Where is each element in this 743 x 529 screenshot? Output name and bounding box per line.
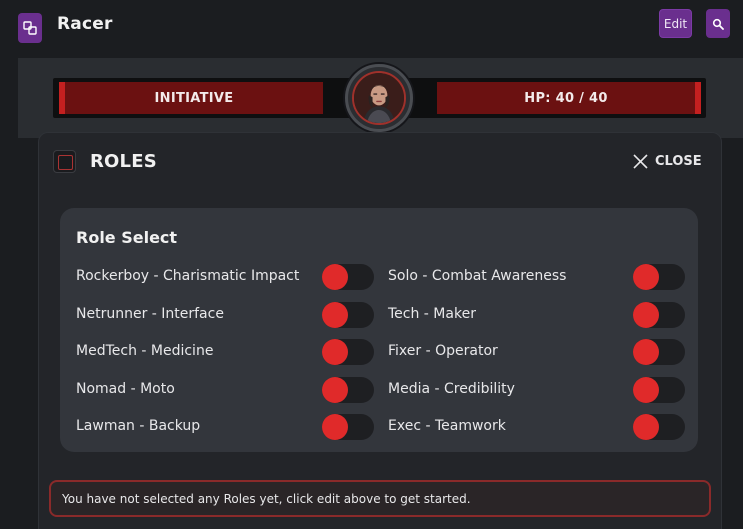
role-item: Tech - Maker	[388, 301, 476, 327]
close-label: CLOSE	[655, 153, 702, 169]
role-toggle[interactable]	[322, 377, 374, 403]
role-label: Netrunner - Interface	[76, 306, 224, 322]
search-button[interactable]	[706, 9, 730, 38]
role-toggle[interactable]	[322, 339, 374, 365]
role-toggle[interactable]	[322, 302, 374, 328]
role-label: Rockerboy - Charismatic Impact	[76, 268, 300, 284]
role-item: Nomad - Moto	[76, 376, 175, 402]
edit-button[interactable]: Edit	[659, 9, 692, 38]
role-item: Lawman - Backup	[76, 413, 200, 439]
role-label: Tech - Maker	[388, 306, 476, 322]
close-button[interactable]: CLOSE	[632, 152, 702, 170]
avatar[interactable]	[345, 64, 413, 132]
empty-roles-notice: You have not selected any Roles yet, cli…	[49, 480, 711, 517]
role-item: Fixer - Operator	[388, 338, 498, 364]
role-toggle[interactable]	[633, 302, 685, 328]
initiative-bar[interactable]: INITIATIVE	[59, 82, 323, 114]
role-item: Rockerboy - Charismatic Impact	[76, 263, 299, 289]
role-label: Solo - Combat Awareness	[388, 268, 567, 284]
toggle-knob	[322, 302, 348, 328]
roles-icon	[53, 150, 76, 173]
role-toggle[interactable]	[322, 414, 374, 440]
role-toggle[interactable]	[633, 264, 685, 290]
toggle-knob	[633, 302, 659, 328]
role-toggle[interactable]	[322, 264, 374, 290]
hp-bar[interactable]: HP: 40 / 40	[437, 82, 701, 114]
portrait-image	[352, 71, 406, 125]
roles-title: ROLES	[90, 151, 157, 172]
role-toggle[interactable]	[633, 377, 685, 403]
toggle-knob	[322, 339, 348, 365]
role-label: Nomad - Moto	[76, 381, 175, 397]
role-toggle[interactable]	[633, 414, 685, 440]
search-icon	[712, 18, 724, 30]
role-label: Exec - Teamwork	[388, 418, 506, 434]
role-label: Fixer - Operator	[388, 343, 498, 359]
role-label: Media - Credibility	[388, 381, 515, 397]
role-select-title: Role Select	[76, 228, 178, 247]
page-title: Racer	[57, 14, 113, 34]
character-sheet-icon[interactable]	[18, 13, 42, 43]
toggle-knob	[633, 339, 659, 365]
role-item: Media - Credibility	[388, 376, 515, 402]
close-icon	[633, 153, 648, 169]
toggle-knob	[633, 264, 659, 290]
toggle-knob	[633, 377, 659, 403]
top-bar: Racer Edit	[0, 0, 743, 56]
role-label: Lawman - Backup	[76, 418, 201, 434]
toggle-knob	[322, 377, 348, 403]
toggle-knob	[322, 264, 348, 290]
role-item: Solo - Combat Awareness	[388, 263, 566, 289]
toggle-knob	[633, 414, 659, 440]
toggle-knob	[322, 414, 348, 440]
role-toggle[interactable]	[633, 339, 685, 365]
role-label: MedTech - Medicine	[76, 343, 214, 359]
role-item: Netrunner - Interface	[76, 301, 224, 327]
role-item: Exec - Teamwork	[388, 413, 506, 439]
role-item: MedTech - Medicine	[76, 338, 213, 364]
